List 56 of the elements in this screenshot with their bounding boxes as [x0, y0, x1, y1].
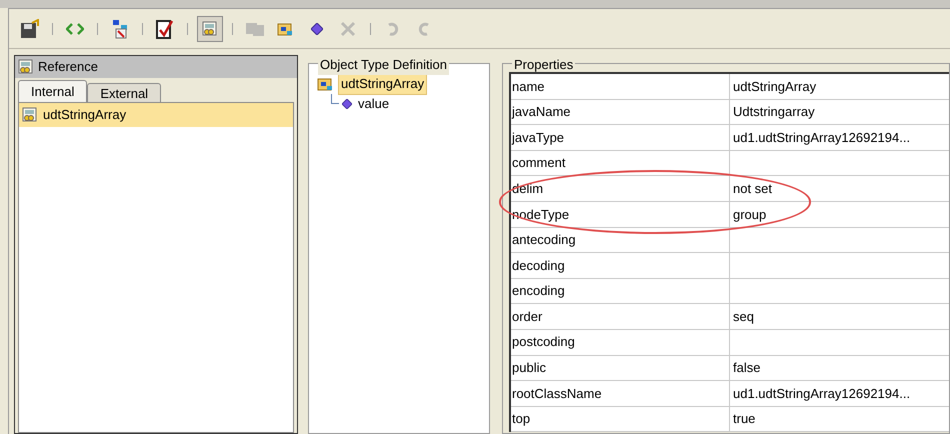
property-row[interactable]: nodeType group: [511, 202, 949, 228]
property-name: order: [511, 304, 730, 329]
property-value: ud1.udtStringArray12692194...: [732, 128, 912, 147]
property-row[interactable]: postcoding: [511, 330, 949, 356]
property-row[interactable]: javaType ud1.udtStringArray12692194...: [511, 125, 949, 151]
list-item[interactable]: udtStringArray: [19, 103, 293, 127]
property-value: true: [732, 410, 756, 428]
property-row[interactable]: public false: [511, 356, 949, 382]
property-name: antecoding: [511, 228, 730, 252]
folder-tree-icon: [277, 20, 295, 36]
property-name: decoding: [511, 253, 730, 278]
folder-tree-icon: [317, 76, 335, 92]
property-name: public: [511, 356, 730, 380]
property-row[interactable]: name udtStringArray: [511, 74, 949, 100]
tree-icon: [112, 18, 128, 38]
redo-icon: [416, 20, 432, 36]
tree-node[interactable]: udtStringArray: [338, 73, 428, 95]
tab[interactable]: Internal: [18, 80, 88, 102]
undo-icon: [385, 20, 401, 36]
property-value: udtStringArray: [732, 78, 818, 96]
property-value: not set: [732, 180, 774, 198]
property-row[interactable]: comment: [511, 150, 949, 176]
property-row[interactable]: top true: [511, 406, 949, 432]
code-icon: [66, 22, 84, 36]
reference-icon: [202, 20, 218, 36]
property-row[interactable]: javaName Udtstringarray: [511, 100, 949, 126]
property-value: false: [732, 359, 762, 378]
tab[interactable]: External: [87, 83, 162, 102]
tree-node[interactable]: value: [355, 93, 392, 115]
property-name: top: [511, 406, 730, 432]
reference-icon: [18, 59, 34, 75]
property-row[interactable]: antecoding: [511, 228, 949, 254]
property-value: ud1.udtStringArray12692194...: [732, 384, 912, 403]
property-row[interactable]: rootClassName ud1.udtStringArray12692194...: [511, 381, 949, 407]
copy-icon: [245, 20, 265, 36]
diamond-icon: [342, 99, 352, 109]
property-row[interactable]: decoding: [511, 253, 949, 279]
property-value: Udtstringarray: [732, 103, 816, 122]
property-name: postcoding: [511, 330, 730, 355]
panel-title: Reference: [38, 58, 98, 76]
property-name: name: [511, 74, 730, 99]
save-icon: [20, 18, 40, 38]
property-value: seq: [732, 308, 755, 326]
property-name: javaType: [511, 125, 730, 150]
property-row[interactable]: encoding: [511, 278, 949, 304]
reference-icon: [22, 107, 38, 123]
property-name: encoding: [511, 278, 730, 304]
property-name: rootClassName: [511, 381, 730, 406]
property-value: group: [732, 206, 768, 224]
property-name: comment: [511, 150, 730, 176]
delete-icon: [340, 20, 356, 36]
diamond-icon: [311, 22, 323, 34]
property-name: nodeType: [511, 202, 730, 227]
checklist-icon: [156, 18, 174, 38]
property-row[interactable]: order seq: [511, 304, 949, 330]
property-name: javaName: [511, 100, 730, 124]
